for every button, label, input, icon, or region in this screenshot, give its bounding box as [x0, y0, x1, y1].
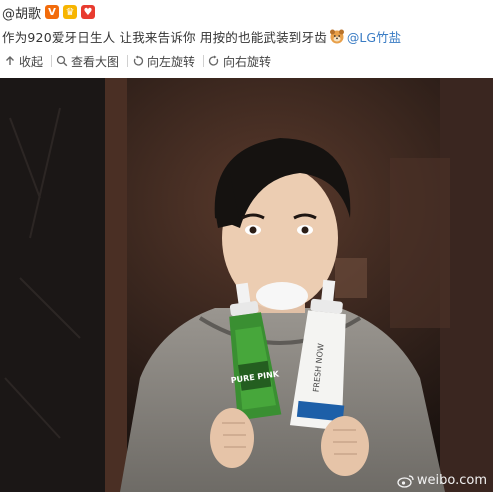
heart-badge-icon[interactable]: ♥ — [81, 5, 96, 19]
collapse-arrow-icon — [6, 56, 14, 65]
crown-icon[interactable]: ♛ — [63, 5, 78, 19]
rotate-right-button[interactable]: 向右旋转 — [204, 53, 279, 70]
rotate-right-icon — [208, 55, 219, 66]
rotate-right-label: 向右旋转 — [223, 54, 272, 69]
weibo-watermark: weibo.com — [397, 473, 487, 488]
post-header: @胡歌 V ♛ ♥ 作为920爱牙日生人 让我来告诉你 用按的也能武装到牙齿 @… — [0, 0, 493, 78]
dog-emoji-icon — [329, 29, 344, 44]
watermark-text: weibo.com — [416, 473, 487, 488]
collapse-button[interactable]: 收起 — [0, 53, 51, 70]
mention-link[interactable]: @LG竹盐 — [347, 27, 401, 46]
weibo-logo-icon — [397, 474, 414, 488]
post-photo[interactable]: PURE PINK FRESH NOW weibo.com — [0, 78, 493, 492]
post-content: 作为920爱牙日生人 让我来告诉你 用按的也能武装到牙齿 @LG竹盐 — [2, 26, 401, 46]
image-toolbar: 收起 查看大图 向左旋转 向右旋转 — [0, 50, 279, 72]
view-large-label: 查看大图 — [71, 54, 120, 69]
collapse-label: 收起 — [19, 54, 44, 69]
post-text: 作为920爱牙日生人 让我来告诉你 用按的也能武装到牙齿 — [2, 29, 327, 45]
verified-v-icon[interactable]: V — [45, 5, 60, 19]
photo-illustration: PURE PINK FRESH NOW — [0, 78, 493, 492]
rotate-left-icon — [133, 55, 144, 66]
rotate-left-button[interactable]: 向左旋转 — [128, 53, 203, 70]
author-name[interactable]: @胡歌 — [2, 3, 41, 22]
magnify-icon — [56, 55, 68, 67]
rotate-left-label: 向左旋转 — [147, 54, 196, 69]
view-large-button[interactable]: 查看大图 — [52, 53, 127, 70]
author-row: @胡歌 V ♛ ♥ — [2, 2, 96, 22]
